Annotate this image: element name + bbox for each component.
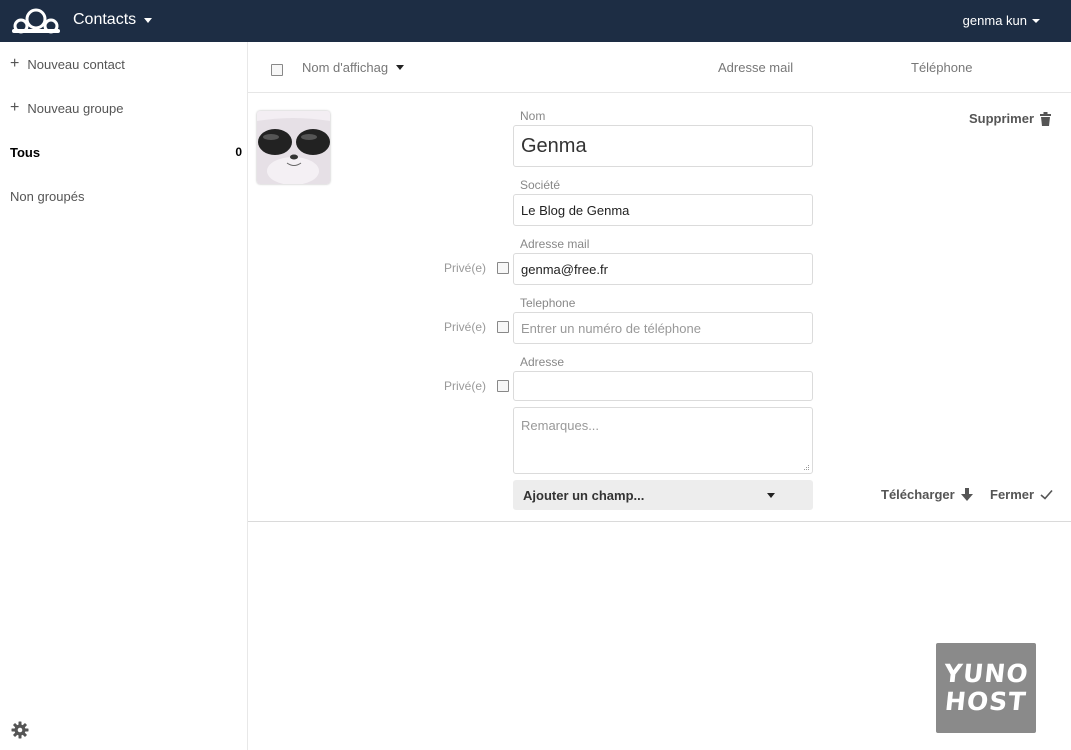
select-all-checkbox[interactable] (271, 64, 283, 76)
private-label: Privé(e) (444, 320, 487, 334)
name-field[interactable]: Genma (513, 125, 813, 167)
close-label: Fermer (990, 487, 1035, 502)
plus-icon: + (10, 99, 20, 116)
sidebar-item-label: Non groupés (10, 188, 85, 204)
column-header-email: Adresse mail (718, 60, 794, 75)
add-field-dropdown[interactable]: Ajouter un champ... (513, 480, 813, 510)
address-field[interactable] (513, 371, 813, 401)
contact-list-header: Nom d'affichag Adresse mail Téléphone (248, 42, 1071, 93)
cloud-logo-icon[interactable] (10, 5, 62, 37)
badge-line-1: YUNO (942, 659, 1030, 688)
plus-icon: + (10, 55, 20, 72)
phone-field[interactable]: Entrer un numéro de téléphone (513, 312, 813, 344)
add-field-label: Ajouter un champ... (523, 487, 645, 503)
download-button[interactable]: Télécharger (881, 487, 973, 502)
avatar[interactable] (257, 111, 330, 184)
email-label: Adresse mail (520, 237, 590, 251)
sidebar-item-ungrouped[interactable]: Non groupés (0, 174, 247, 218)
delete-label: Supprimer (969, 111, 1035, 126)
download-arrow-icon (960, 487, 973, 501)
caret-down-icon (1032, 18, 1040, 23)
user-name: genma kun (962, 13, 1027, 28)
avatar-image (257, 111, 330, 184)
email-private-checkbox[interactable] (497, 262, 509, 274)
resize-grip-icon[interactable] (802, 463, 810, 471)
checkmark-icon (1040, 489, 1053, 500)
new-group-label: Nouveau groupe (27, 100, 124, 116)
delete-button[interactable]: Supprimer (969, 111, 1052, 126)
column-header-name: Nom d'affichag (302, 60, 389, 75)
contact-count: 0 (235, 145, 242, 159)
phone-private-checkbox[interactable] (497, 321, 509, 333)
sidebar-item-all[interactable]: Tous 0 (0, 130, 247, 174)
company-field[interactable]: Le Blog de Genma (513, 194, 813, 226)
new-group-button[interactable]: + Nouveau groupe (0, 86, 247, 130)
caret-down-icon (396, 65, 405, 70)
phone-label: Telephone (520, 296, 576, 310)
new-contact-label: Nouveau contact (27, 56, 125, 72)
contact-detail-panel: Nom Genma Société Le Blog de Genma Adres… (248, 93, 1071, 522)
email-field[interactable]: genma@free.fr (513, 253, 813, 285)
address-private-checkbox[interactable] (497, 380, 509, 392)
trash-icon (1040, 111, 1052, 126)
private-label: Privé(e) (444, 379, 487, 393)
close-button[interactable]: Fermer (990, 487, 1053, 502)
notes-placeholder: Remarques... (521, 418, 600, 433)
download-label: Télécharger (881, 487, 955, 502)
top-bar: Contacts genma kun (0, 0, 1071, 42)
notes-textarea[interactable]: Remarques... (513, 407, 813, 474)
yunohost-badge[interactable]: YUNO HOST (936, 643, 1036, 733)
private-label: Privé(e) (444, 261, 487, 275)
app-title: Contacts (73, 11, 137, 28)
user-menu-button[interactable]: genma kun (963, 13, 1040, 28)
gear-icon[interactable] (11, 721, 29, 739)
name-label: Nom (520, 109, 546, 123)
caret-down-icon (144, 17, 153, 23)
new-contact-button[interactable]: + Nouveau contact (0, 42, 247, 86)
app-menu-button[interactable]: Contacts (73, 11, 153, 29)
column-header-phone: Téléphone (911, 60, 973, 75)
address-label: Adresse (520, 355, 565, 369)
badge-line-2: HOST (943, 687, 1029, 716)
sidebar: + Nouveau contact + Nouveau groupe Tous … (0, 42, 248, 750)
caret-down-icon (767, 493, 775, 498)
sort-by-name-dropdown[interactable]: Nom d'affichag (302, 60, 405, 75)
company-label: Société (520, 178, 561, 192)
sidebar-item-label: Tous (10, 144, 41, 160)
